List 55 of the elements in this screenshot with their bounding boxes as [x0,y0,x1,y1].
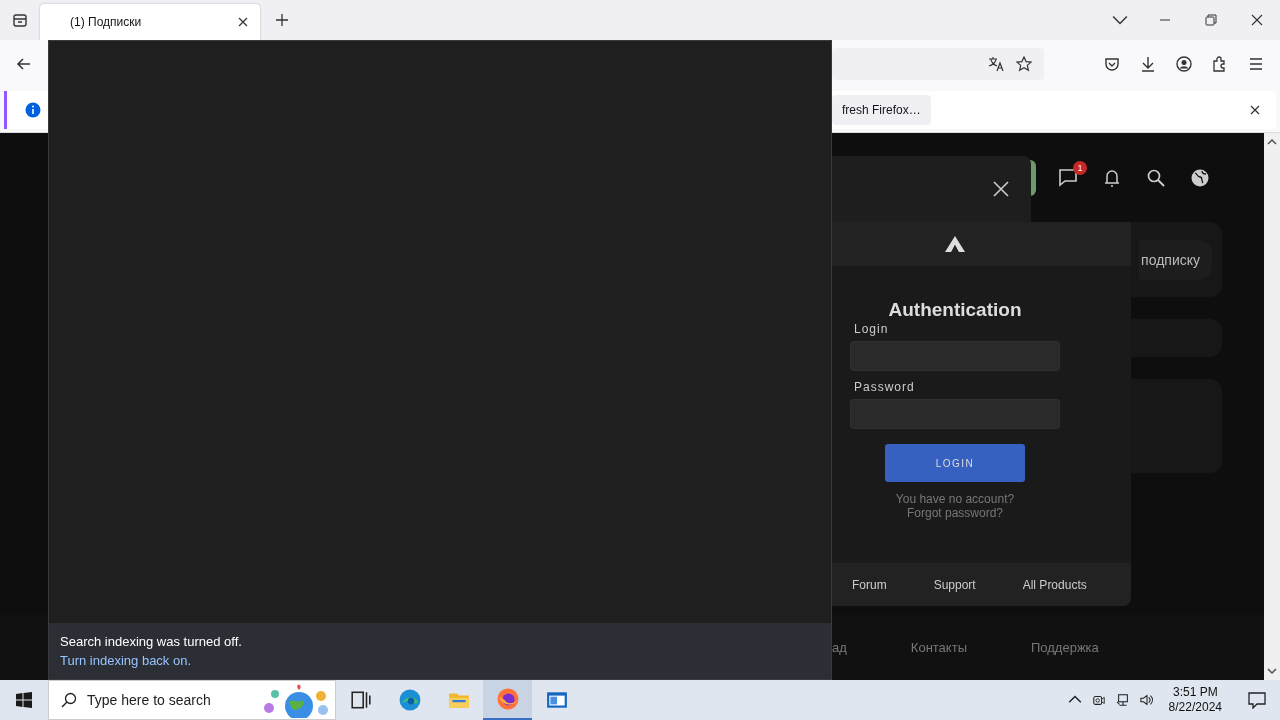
task-view-icon [349,689,372,711]
time-text: 3:51 PM [1172,685,1218,700]
refresh-firefox-button[interactable]: fresh Firefox… [832,95,931,125]
notification-badge: 1 [1073,160,1087,175]
footer-link[interactable]: Контакты [910,640,967,655]
translate-icon[interactable] [988,56,1004,72]
footer-link[interactable]: Forum [852,577,887,592]
field-label: Login [853,321,890,338]
scroll-down-icon[interactable] [1267,668,1277,674]
account-icon[interactable] [1176,56,1192,72]
star-icon[interactable] [1016,56,1032,72]
footer-link[interactable]: Поддержка [1031,640,1099,655]
tab-list-icon[interactable] [12,12,28,28]
search-icon[interactable] [1146,167,1166,188]
search-icon [61,692,77,708]
speaker-icon[interactable] [1139,693,1154,707]
scroll-up-icon[interactable] [1267,139,1277,145]
account-link[interactable]: You have no account? [895,492,1015,506]
logo-icon [945,236,965,252]
clock[interactable]: 3:51 PM 8/22/2024 [1168,685,1222,715]
close-icon[interactable] [1250,105,1260,115]
globe-icon[interactable] [1190,167,1210,188]
download-icon[interactable] [1140,56,1156,72]
scrollbar[interactable] [1264,133,1280,680]
close-icon[interactable] [1251,14,1263,26]
notice-text: Search indexing was turned off. [60,634,243,649]
search-highlight-icon [261,682,331,718]
footer-link[interactable]: All Products [1022,577,1087,592]
footer-link[interactable]: Support [933,577,976,592]
bell-icon[interactable] [1102,167,1122,188]
back-arrow-icon[interactable] [16,56,32,72]
taskbar-search-field[interactable]: Type here to search [48,680,336,720]
account-link[interactable]: Forgot password? [906,506,1003,520]
notification-center-icon[interactable] [1248,691,1266,709]
field-label: Password [853,379,916,396]
subscribe-button[interactable]: подписку [1139,239,1212,280]
pocket-icon[interactable] [1104,56,1120,72]
firefox-icon [496,688,519,710]
restore-icon[interactable] [1205,14,1217,26]
indexing-link[interactable]: Turn indexing back on. [60,653,831,668]
info-icon [25,102,41,118]
footer-link[interactable]: ад [832,640,847,655]
network-icon[interactable] [1115,693,1130,707]
edge-icon [398,689,421,711]
menu-icon[interactable] [1248,56,1264,72]
chat-icon[interactable] [1058,167,1078,188]
login-button[interactable]: LOGIN [885,444,1025,482]
new-tab-icon[interactable] [276,14,288,26]
windows-start-icon[interactable] [16,692,32,708]
extensions-icon[interactable] [1212,56,1228,72]
dialog-title: Authentication [888,299,1022,321]
app-window-icon [545,689,568,711]
date-text: 8/22/2024 [1168,700,1222,715]
close-icon[interactable] [238,17,248,27]
browser-tab[interactable]: (1) Подписки [40,4,260,40]
